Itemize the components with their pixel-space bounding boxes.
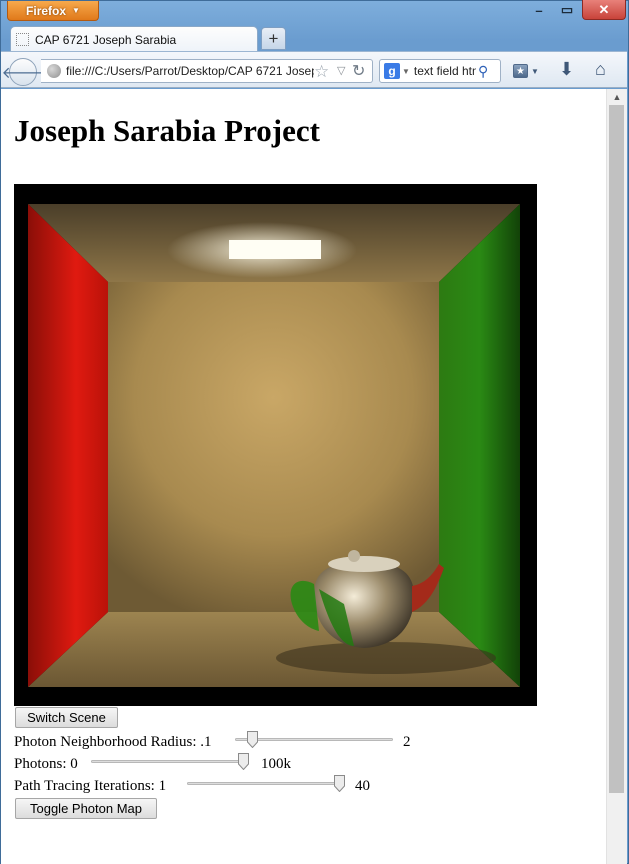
firefox-menu-button[interactable]: Firefox ▼ bbox=[7, 1, 99, 21]
slider-track bbox=[91, 760, 249, 763]
maximize-icon[interactable]: ▭ bbox=[554, 0, 580, 20]
radius-slider[interactable] bbox=[235, 731, 393, 749]
url-history-dropdown-icon[interactable]: ▽ bbox=[337, 64, 345, 77]
iterations-label: Path Tracing Iterations: 1 bbox=[14, 778, 167, 794]
url-bar[interactable]: file:///C:/Users/Parrot/Desktop/CAP 6721… bbox=[41, 59, 373, 83]
page-title: Joseph Sarabia Project bbox=[14, 113, 320, 148]
render-canvas bbox=[14, 184, 537, 706]
slider-thumb[interactable] bbox=[238, 753, 249, 770]
reload-icon[interactable]: ↻ bbox=[352, 61, 365, 81]
home-icon[interactable]: ⌂ bbox=[595, 59, 606, 80]
slider-track bbox=[187, 782, 345, 785]
bookmark-star-icon[interactable]: ☆ bbox=[314, 62, 329, 82]
new-tab-icon[interactable]: + bbox=[261, 27, 286, 50]
close-icon[interactable]: ✕ bbox=[582, 0, 626, 20]
app-menu-caret-icon: ▼ bbox=[72, 6, 80, 15]
search-engine-dropdown-icon[interactable]: ▼ bbox=[402, 67, 410, 76]
tab-current[interactable]: CAP 6721 Joseph Sarabia bbox=[10, 26, 258, 52]
toggle-photon-map-button[interactable]: Toggle Photon Map bbox=[15, 798, 157, 819]
scroll-thumb[interactable] bbox=[609, 105, 624, 793]
minimize-icon[interactable]: – bbox=[524, 0, 554, 20]
photons-max-label: 100k bbox=[261, 756, 291, 772]
slider-thumb[interactable] bbox=[334, 775, 345, 792]
url-input[interactable]: file:///C:/Users/Parrot/Desktop/CAP 6721… bbox=[66, 64, 314, 78]
iterations-max-label: 40 bbox=[355, 778, 370, 794]
google-icon[interactable]: g bbox=[384, 63, 400, 79]
photons-slider[interactable] bbox=[91, 753, 249, 771]
scroll-up-icon[interactable]: ▲ bbox=[607, 89, 627, 105]
slider-track bbox=[235, 738, 393, 741]
back-icon[interactable]: 🡐 bbox=[2, 58, 44, 86]
tab-title: CAP 6721 Joseph Sarabia bbox=[35, 32, 177, 47]
bookmarks-icon: ★ bbox=[513, 64, 529, 78]
bookmarks-caret-icon: ▼ bbox=[531, 66, 539, 76]
page-favicon-icon bbox=[16, 33, 29, 46]
photons-label: Photons: 0 bbox=[14, 756, 78, 772]
download-icon[interactable]: ⬇ bbox=[559, 59, 574, 80]
search-input[interactable]: text field html bbox=[414, 64, 476, 78]
bookmarks-button[interactable]: ★ ▼ bbox=[509, 60, 543, 82]
search-bar[interactable]: g ▼ text field html ⚲ bbox=[379, 59, 501, 83]
globe-icon bbox=[47, 64, 61, 78]
radius-label: Photon Neighborhood Radius: .1 bbox=[14, 734, 212, 750]
switch-scene-button[interactable]: Switch Scene bbox=[15, 707, 118, 728]
firefox-button-label: Firefox bbox=[26, 3, 67, 18]
magnifier-icon[interactable]: ⚲ bbox=[478, 63, 488, 80]
iterations-slider[interactable] bbox=[187, 775, 345, 793]
navigation-toolbar: 🡐 file:///C:/Users/Parrot/Desktop/CAP 67… bbox=[1, 51, 627, 88]
cornell-box-render bbox=[14, 184, 537, 706]
page-content: Joseph Sarabia Project Switch Scene Phot… bbox=[1, 89, 606, 864]
slider-thumb[interactable] bbox=[247, 731, 258, 748]
radius-max-label: 2 bbox=[403, 734, 411, 750]
vertical-scrollbar[interactable]: ▲ bbox=[606, 89, 627, 864]
